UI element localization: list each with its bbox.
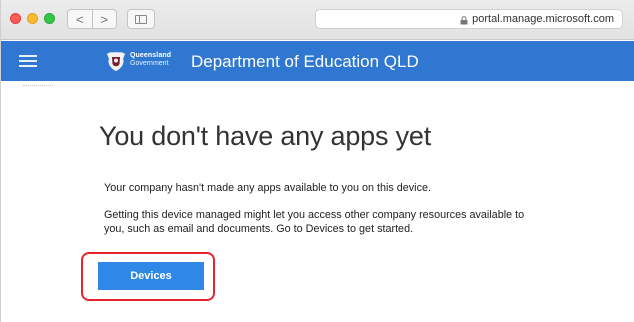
- government-logo-text: Queensland Government: [130, 52, 171, 68]
- logo-line2: Government: [130, 60, 169, 67]
- page-heading: You don't have any apps yet: [99, 121, 432, 151]
- browser-window: < > portal.manage.microsoft.com Queensla…: [0, 0, 634, 322]
- lock-icon: [460, 15, 468, 25]
- back-button[interactable]: <: [68, 10, 92, 28]
- minimize-window-button[interactable]: [27, 13, 38, 24]
- app-title: Department of Education QLD: [191, 52, 419, 71]
- forward-button[interactable]: >: [91, 10, 117, 28]
- crest-icon: [104, 50, 128, 72]
- close-window-button[interactable]: [10, 13, 21, 24]
- address-text: portal.manage.microsoft.com: [472, 13, 614, 25]
- no-apps-message: Your company hasn't made any apps availa…: [104, 182, 431, 194]
- managed-device-message: Getting this device managed might let yo…: [104, 209, 525, 235]
- logo-line1: Queensland: [130, 52, 172, 59]
- highlight-annotation: [81, 252, 215, 301]
- sidebar-toggle-button[interactable]: [127, 9, 155, 29]
- maximize-window-button[interactable]: [44, 13, 55, 24]
- subheader-divider: [23, 85, 53, 86]
- app-header: Queensland Government Department of Educ…: [1, 41, 634, 81]
- sidebar-toggle-icon: [135, 14, 147, 24]
- browser-toolbar: < > portal.manage.microsoft.com: [1, 0, 634, 40]
- address-bar[interactable]: portal.manage.microsoft.com: [315, 9, 623, 29]
- nav-buttons: < >: [67, 9, 117, 29]
- hamburger-icon[interactable]: [19, 55, 37, 67]
